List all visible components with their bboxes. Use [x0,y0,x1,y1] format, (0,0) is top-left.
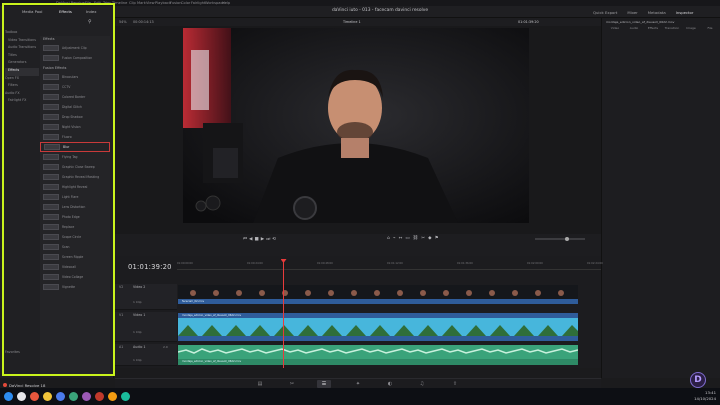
menu-item-help[interactable]: Help [222,1,230,5]
viewer-zoom[interactable]: 54% [119,20,127,24]
clip-video-2[interactable]: facecam_02.mov [178,285,578,304]
timeline-timecode: 01:01:39:20 [128,263,172,271]
timeline-ruler[interactable]: 01:00:00:00 01:00:24:00 01:00:48:00 01:0… [177,260,603,270]
watermark-logo: D [690,372,706,388]
track-id: V2 [119,285,124,289]
menu-item-color[interactable]: Color [181,1,190,5]
taskbar-app-label[interactable]: DaVinci Resolve 18 [3,382,45,388]
clip-name: facecam_02.mov [182,299,205,303]
clip-name: montaje_edicion_video_af_dieusoll_0622.m… [182,313,242,317]
timeline-selector[interactable]: Timeline 1 [343,20,361,24]
menu-item-fusion[interactable]: Fusion [170,1,182,5]
page-cut-icon[interactable]: ✂ [285,380,299,388]
timeline-panel: 01:01:39:20 01:00:00:00 01:00:24:00 01:0… [115,256,603,368]
ruler-tick: 01:02:24:00 [587,262,603,265]
track-id: V1 [119,313,124,317]
page-navigation-bar: ▤ ✂ ☰ ✦ ◐ ♫ ⇪ [115,378,601,388]
folder-icon[interactable] [43,392,52,401]
track-header-v2[interactable]: V2 Video 2 1 Clip [115,284,177,310]
header-tools: Quick Export Mixer Metadata Inspector [588,7,698,18]
ruler-tick: 01:01:36:00 [457,262,473,265]
inspector-tab-image[interactable]: Image [682,26,700,40]
track-name: Video 1 [133,313,146,317]
app-icon[interactable] [82,392,91,401]
track-clip-count: 1 Clip [133,330,142,334]
resolve-icon [3,383,7,387]
ruler-tick: 01:00:24:00 [247,262,263,265]
page-deliver-icon[interactable]: ⇪ [448,380,462,388]
window-title: daVinci iuto - 013 - facecam davinci res… [331,8,429,13]
inspector-panel: Video Audio Effects Transition Image Fil… [601,18,720,378]
track-header-a1[interactable]: A1 Audio 1 2.0 1 Clip [115,344,177,366]
page-media-icon[interactable]: ▤ [253,380,267,388]
metadata-button[interactable]: Metadata [643,7,671,18]
mail-icon[interactable] [56,392,65,401]
highlight-box [2,3,115,376]
clip-name: montaje_edicion_video_af_dieusoll_0622.m… [182,360,242,363]
os-taskbar: DaVinci Resolve 18 13:41 14/10/2024 [0,383,720,405]
track-header-v1[interactable]: V1 Video 1 1 Clip [115,312,177,342]
track-clip-count: 1 Clip [133,300,142,304]
ruler-tick: 01:00:00:00 [177,262,193,265]
taskbar-clock[interactable]: 13:41 14/10/2024 [686,390,716,401]
app-icon[interactable] [121,392,130,401]
inspector-tab-effects[interactable]: Effects [644,26,662,40]
clip-thumbnails [178,285,578,304]
track-name: Audio 1 [133,345,146,349]
viewer-timecode-left: 00:00:14:13 [133,19,154,24]
track-volume: 2.0 [163,345,168,349]
app-icon[interactable] [108,392,117,401]
ruler-tick: 01:01:12:00 [387,262,403,265]
page-edit-icon[interactable]: ☰ [317,380,331,388]
app-icon[interactable] [69,392,78,401]
viewer-timecode-right: 01:01:39:20 [518,19,539,24]
inspector-tab-transition[interactable]: Transition [663,26,681,40]
edit-tools[interactable]: ⌂⌁↔▭⛓✂◆⚑ [387,236,507,242]
menu-item-playback[interactable]: Playback [155,1,171,5]
clip-audio-1[interactable]: montaje_edicion_video_af_dieusoll_0622.m… [178,345,578,365]
page-fusion-icon[interactable]: ✦ [351,380,365,388]
track-name: Video 2 [133,285,146,289]
inspector-tab-video[interactable]: Video [606,26,624,40]
menu-item-mark[interactable]: Mark [137,1,146,5]
davinci-resolve-icon[interactable] [95,392,104,401]
page-color-icon[interactable]: ◐ [383,380,397,388]
menu-item-view[interactable]: View [146,1,155,5]
page-fairlight-icon[interactable]: ♫ [415,380,429,388]
clip-thumbnails [178,313,578,341]
inspector-tab-audio[interactable]: Audio [625,26,643,40]
timeline-toolbar: ⏮◀■▶⏭⟲ ⌂⌁↔▭⛓✂◆⚑ [115,234,601,256]
start-icon[interactable] [4,392,13,401]
zoom-slider[interactable] [535,237,585,241]
track-clip-count: 1 Clip [133,358,142,362]
inspector-tab-file[interactable]: File [701,26,719,40]
app-label-text: DaVinci Resolve 18 [9,382,46,388]
transport-controls[interactable]: ⏮◀■▶⏭⟲ [243,236,293,242]
inspector-button[interactable]: Inspector [671,7,699,18]
clip-video-1[interactable]: montaje_edicion_video_af_dieusoll_0622.m… [178,313,578,341]
mixer-button[interactable]: Mixer [622,7,642,18]
video-frame [183,28,529,223]
menu-item-clip[interactable]: Clip [129,1,136,5]
viewer-header: 54% 00:00:14:13 Timeline 1 01:01:39:20 [115,18,601,26]
quick-export-button[interactable]: Quick Export [588,7,622,18]
track-id: A1 [119,345,124,349]
playhead[interactable] [283,261,284,368]
ruler-tick: 01:00:48:00 [317,262,333,265]
zoom-slider-handle[interactable] [565,237,569,241]
inspector-clip-name: montaje_edicion_video_af_dieusoll_0622.m… [606,19,675,24]
ruler-tick: 01:02:00:00 [527,262,543,265]
search-icon[interactable] [17,392,26,401]
video-preview[interactable] [183,28,529,223]
browser-icon[interactable] [30,392,39,401]
clock-date: 14/10/2024 [694,395,716,401]
menu-item-fairlight[interactable]: Fairlight [191,1,205,5]
